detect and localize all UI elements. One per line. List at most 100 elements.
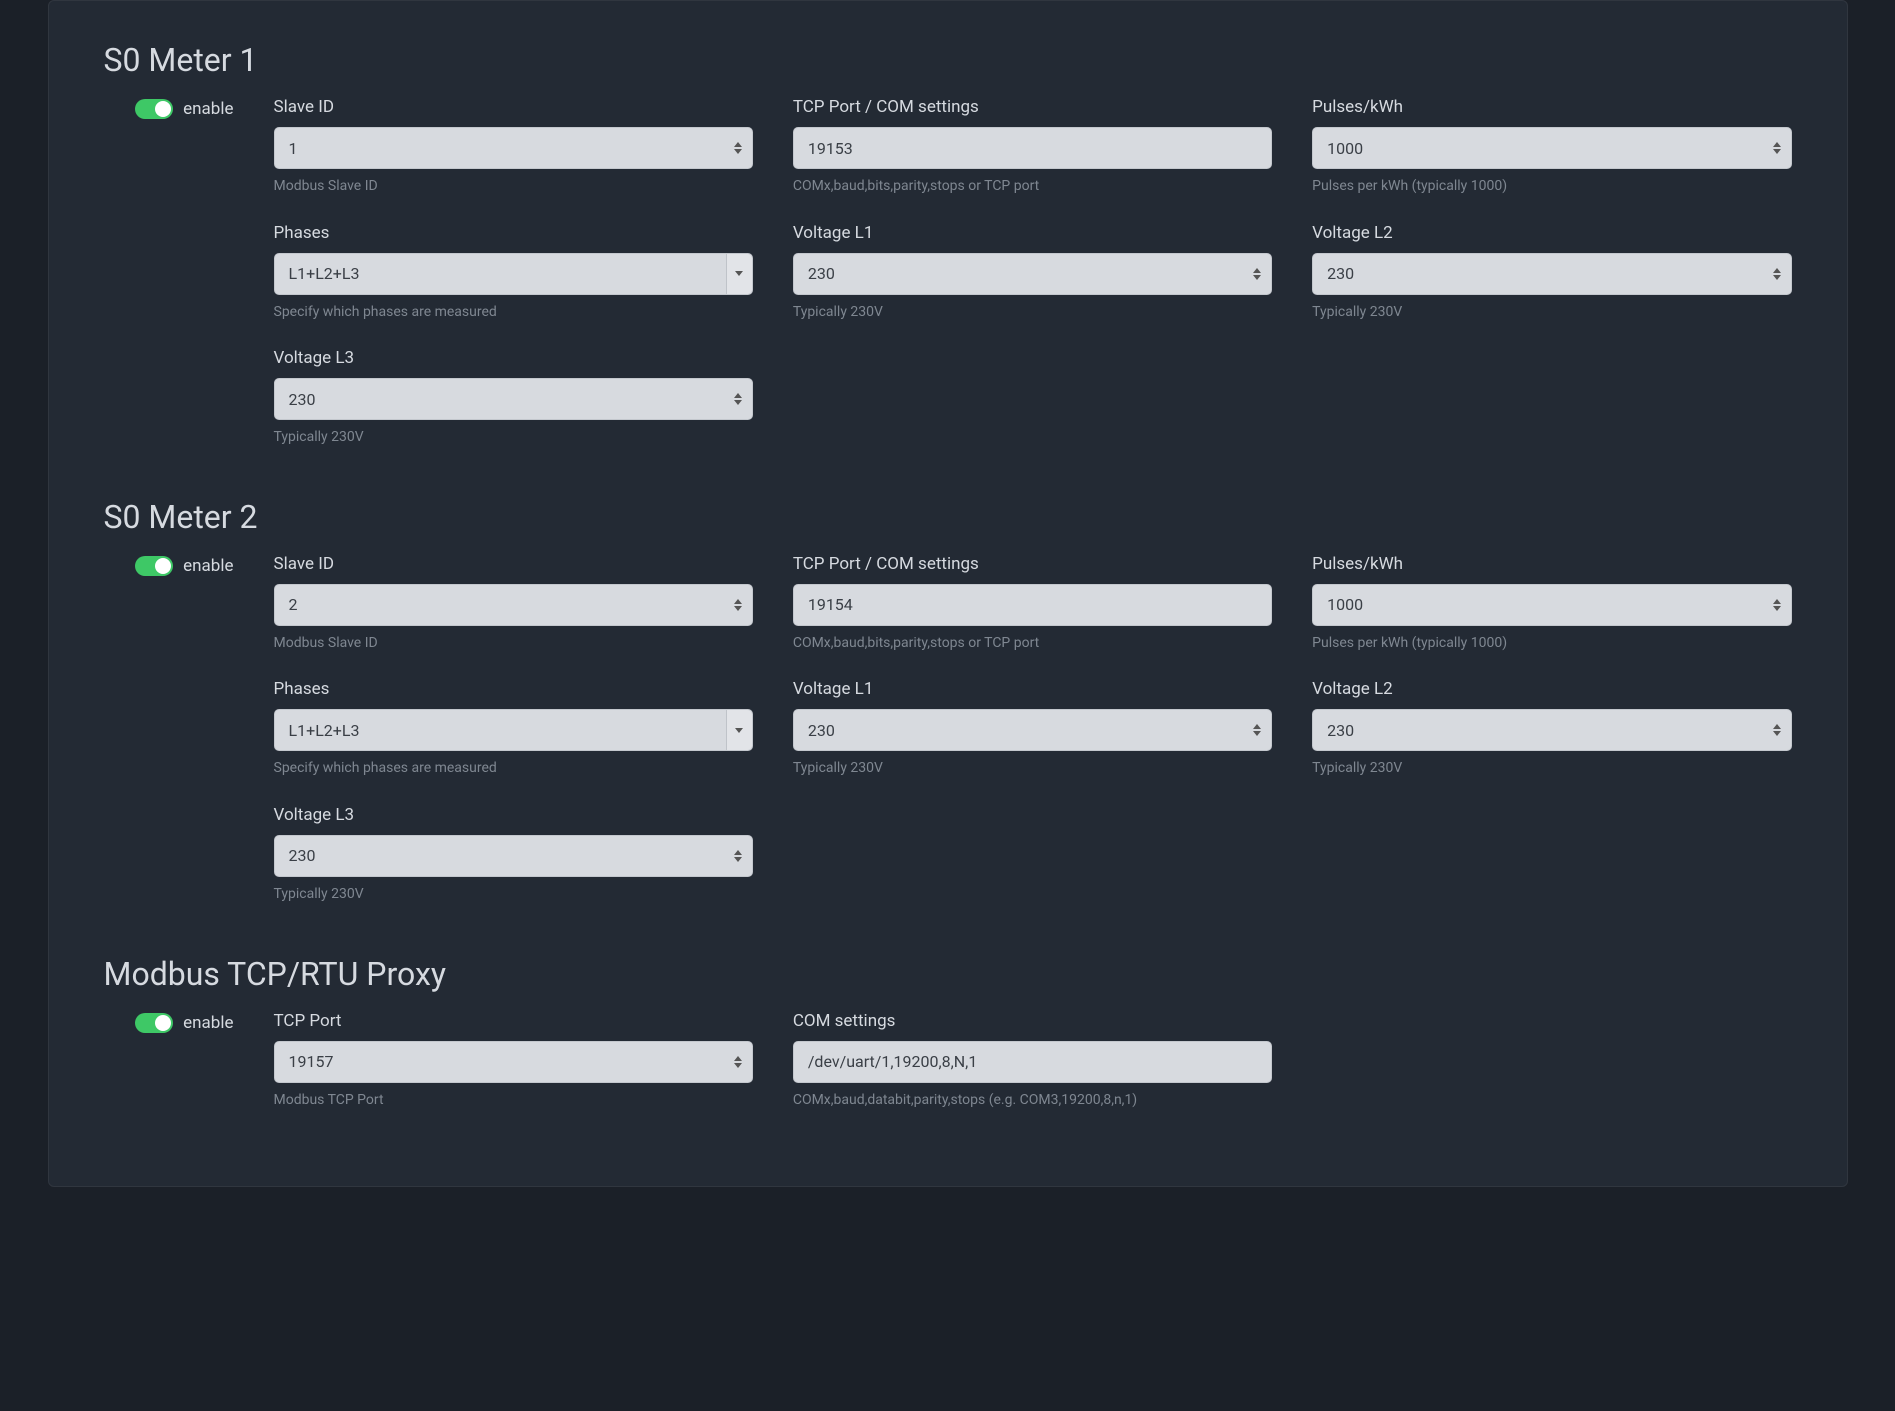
meter2-vl2-value: 230: [1327, 721, 1750, 740]
meter2-phases-field: Phases L1+L2+L3 Specify which phases are…: [274, 679, 753, 779]
section-title-meter1: S0 Meter 1: [104, 41, 1792, 79]
meter1-vl2-helper: Typically 230V: [1312, 303, 1791, 323]
proxy-fields: TCP Port 19157 Modbus TCP Port COM setti…: [274, 1011, 1792, 1111]
spinner-icon[interactable]: [730, 1051, 746, 1073]
meter2-tcp-value: 19154: [808, 595, 1257, 614]
meter2-enable-label: enable: [183, 556, 233, 576]
meter2-phases-helper: Specify which phases are measured: [274, 759, 753, 779]
meter2-slave-id-input[interactable]: 2: [274, 584, 753, 626]
proxy-enable-label: enable: [183, 1013, 233, 1033]
meter1-tcp-label: TCP Port / COM settings: [793, 97, 1272, 117]
meter1-enable-col: enable: [104, 97, 234, 119]
chevron-down-icon: [726, 710, 752, 750]
meter2-fields: Slave ID 2 Modbus Slave ID TCP Port / CO…: [274, 554, 1792, 905]
meter2-slave-id-value: 2: [289, 595, 712, 614]
meter2-tcp-input[interactable]: 19154: [793, 584, 1272, 626]
meter1-enable-label: enable: [183, 99, 233, 119]
proxy-com-field: COM settings /dev/uart/1,19200,8,N,1 COM…: [793, 1011, 1272, 1111]
proxy-tcp-port-field: TCP Port 19157 Modbus TCP Port: [274, 1011, 753, 1111]
meter1-vl3-helper: Typically 230V: [274, 428, 753, 448]
meter2-tcp-helper: COMx,baud,bits,parity,stops or TCP port: [793, 634, 1272, 654]
proxy-tcp-port-value: 19157: [289, 1052, 712, 1071]
meter1-enable-toggle[interactable]: [135, 99, 173, 119]
meter2-enable-toggle[interactable]: [135, 556, 173, 576]
meter1-vl2-value: 230: [1327, 264, 1750, 283]
spinner-icon[interactable]: [1769, 594, 1785, 616]
spinner-icon[interactable]: [1249, 263, 1265, 285]
meter1-row: enable Slave ID 1 Modbus Slave ID TCP Po…: [104, 97, 1792, 448]
meter2-vl1-label: Voltage L1: [793, 679, 1272, 699]
proxy-com-value: /dev/uart/1,19200,8,N,1: [808, 1052, 1257, 1071]
spinner-icon[interactable]: [1769, 719, 1785, 741]
meter1-vl2-input[interactable]: 230: [1312, 253, 1791, 295]
meter2-row: enable Slave ID 2 Modbus Slave ID TCP Po…: [104, 554, 1792, 905]
section-title-meter2: S0 Meter 2: [104, 498, 1792, 536]
spinner-icon[interactable]: [730, 388, 746, 410]
meter2-vl2-field: Voltage L2 230 Typically 230V: [1312, 679, 1791, 779]
proxy-com-input[interactable]: /dev/uart/1,19200,8,N,1: [793, 1041, 1272, 1083]
meter2-tcp-field: TCP Port / COM settings 19154 COMx,baud,…: [793, 554, 1272, 654]
meter2-phases-value: L1+L2+L3: [289, 721, 712, 740]
proxy-enable-toggle[interactable]: [135, 1013, 173, 1033]
meter1-pulses-label: Pulses/kWh: [1312, 97, 1791, 117]
meter1-vl2-field: Voltage L2 230 Typically 230V: [1312, 223, 1791, 323]
meter1-slave-id-field: Slave ID 1 Modbus Slave ID: [274, 97, 753, 197]
meter1-tcp-value: 19153: [808, 139, 1257, 158]
meter1-vl3-input[interactable]: 230: [274, 378, 753, 420]
spinner-icon[interactable]: [1769, 263, 1785, 285]
meter2-vl1-input[interactable]: 230: [793, 709, 1272, 751]
meter1-vl1-helper: Typically 230V: [793, 303, 1272, 323]
meter1-vl3-label: Voltage L3: [274, 348, 753, 368]
meter1-pulses-field: Pulses/kWh 1000 Pulses per kWh (typicall…: [1312, 97, 1791, 197]
proxy-tcp-port-input[interactable]: 19157: [274, 1041, 753, 1083]
meter1-phases-field: Phases L1+L2+L3 Specify which phases are…: [274, 223, 753, 323]
meter2-pulses-value: 1000: [1327, 595, 1750, 614]
proxy-row: enable TCP Port 19157 Modbus TCP Port CO…: [104, 1011, 1792, 1111]
meter1-phases-helper: Specify which phases are measured: [274, 303, 753, 323]
spinner-icon[interactable]: [730, 845, 746, 867]
meter2-vl1-field: Voltage L1 230 Typically 230V: [793, 679, 1272, 779]
meter1-phases-label: Phases: [274, 223, 753, 243]
spinner-icon[interactable]: [1769, 137, 1785, 159]
meter1-vl1-label: Voltage L1: [793, 223, 1272, 243]
meter2-phases-label: Phases: [274, 679, 753, 699]
proxy-empty-cell: [1312, 1011, 1791, 1111]
spinner-icon[interactable]: [1249, 719, 1265, 741]
meter2-vl2-label: Voltage L2: [1312, 679, 1791, 699]
meter2-vl2-input[interactable]: 230: [1312, 709, 1791, 751]
meter2-vl3-helper: Typically 230V: [274, 885, 753, 905]
meter2-vl1-helper: Typically 230V: [793, 759, 1272, 779]
spinner-icon[interactable]: [730, 137, 746, 159]
meter1-tcp-field: TCP Port / COM settings 19153 COMx,baud,…: [793, 97, 1272, 197]
meter2-pulses-helper: Pulses per kWh (typically 1000): [1312, 634, 1791, 654]
meter1-vl1-input[interactable]: 230: [793, 253, 1272, 295]
meter2-phases-select[interactable]: L1+L2+L3: [274, 709, 753, 751]
proxy-com-label: COM settings: [793, 1011, 1272, 1031]
meter1-vl3-value: 230: [289, 390, 712, 409]
proxy-tcp-port-helper: Modbus TCP Port: [274, 1091, 753, 1111]
meter1-phases-select[interactable]: L1+L2+L3: [274, 253, 753, 295]
meter2-slave-id-field: Slave ID 2 Modbus Slave ID: [274, 554, 753, 654]
meter1-slave-id-value: 1: [289, 139, 712, 158]
spinner-icon[interactable]: [730, 594, 746, 616]
meter2-tcp-label: TCP Port / COM settings: [793, 554, 1272, 574]
meter1-slave-id-helper: Modbus Slave ID: [274, 177, 753, 197]
meter1-tcp-input[interactable]: 19153: [793, 127, 1272, 169]
settings-panel: S0 Meter 1 enable Slave ID 1 Modbus Slav…: [48, 0, 1848, 1187]
meter2-vl3-field: Voltage L3 230 Typically 230V: [274, 805, 753, 905]
meter2-enable-col: enable: [104, 554, 234, 576]
meter1-vl1-value: 230: [808, 264, 1231, 283]
meter1-slave-id-input[interactable]: 1: [274, 127, 753, 169]
meter1-vl1-field: Voltage L1 230 Typically 230V: [793, 223, 1272, 323]
meter1-slave-id-label: Slave ID: [274, 97, 753, 117]
meter2-pulses-input[interactable]: 1000: [1312, 584, 1791, 626]
proxy-enable-col: enable: [104, 1011, 234, 1033]
meter1-phases-value: L1+L2+L3: [289, 264, 712, 283]
meter2-vl3-label: Voltage L3: [274, 805, 753, 825]
meter2-slave-id-helper: Modbus Slave ID: [274, 634, 753, 654]
meter1-pulses-input[interactable]: 1000: [1312, 127, 1791, 169]
meter2-slave-id-label: Slave ID: [274, 554, 753, 574]
meter2-vl3-input[interactable]: 230: [274, 835, 753, 877]
meter2-vl1-value: 230: [808, 721, 1231, 740]
meter1-fields: Slave ID 1 Modbus Slave ID TCP Port / CO…: [274, 97, 1792, 448]
